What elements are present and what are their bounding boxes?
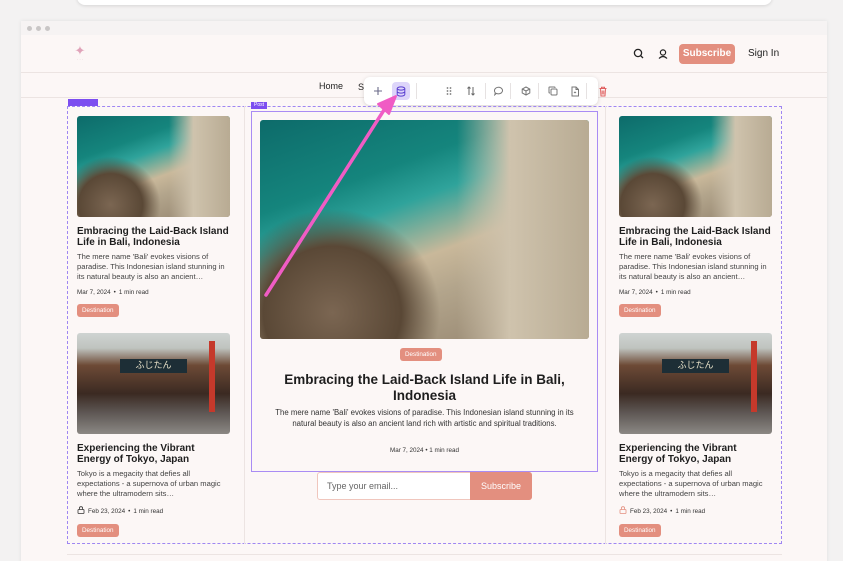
post-date: Mar 7, 2024 xyxy=(77,289,111,296)
category-tag[interactable]: Destination xyxy=(77,524,119,537)
post-card[interactable]: ふじたん Experiencing the Vibrant Energy of … xyxy=(619,333,772,537)
post-read-time: 1 min read xyxy=(118,289,149,296)
featured-category-tag[interactable]: Destination xyxy=(400,348,442,361)
post-excerpt: Tokyo is a megacity that defies all expe… xyxy=(619,469,763,498)
drag-handle-icon[interactable] xyxy=(440,82,458,100)
post-meta: Mar 7, 2024 • 1 min read xyxy=(619,289,772,296)
meta-separator: • xyxy=(425,447,428,454)
post-thumbnail[interactable] xyxy=(619,116,772,217)
site-header: ✦ · · · Subscribe Sign In xyxy=(21,35,827,73)
post-meta: Feb 23, 2024 • 1 min read xyxy=(619,506,772,516)
duplicate-icon[interactable] xyxy=(544,82,562,100)
post-excerpt: The mere name 'Bali' evokes visions of p… xyxy=(77,252,225,281)
post-date: Mar 7, 2024 xyxy=(619,289,653,296)
meta-separator: • xyxy=(670,507,673,515)
category-tag[interactable]: Destination xyxy=(619,524,661,537)
column-divider xyxy=(605,106,606,544)
post-meta: Feb 23, 2024 • 1 min read xyxy=(77,506,230,516)
database-icon[interactable] xyxy=(392,82,410,100)
post-thumbnail[interactable]: ふじたん xyxy=(77,333,230,434)
post-thumbnail[interactable]: ふじたん xyxy=(619,333,772,434)
footer-divider xyxy=(67,554,782,555)
post-title[interactable]: Experiencing the Vibrant Energy of Tokyo… xyxy=(77,443,230,465)
toolbar-divider xyxy=(586,83,587,99)
window-dot xyxy=(27,25,32,31)
post-read-time: 1 min read xyxy=(429,447,460,454)
toolbar-divider xyxy=(485,83,486,99)
meta-separator: • xyxy=(128,507,131,515)
post-excerpt: Tokyo is a megacity that defies all expe… xyxy=(77,469,221,498)
post-selection-tag[interactable]: Post xyxy=(251,102,268,109)
sign-in-link[interactable]: Sign In xyxy=(748,48,779,59)
post-date: Feb 23, 2024 xyxy=(88,507,126,515)
post-read-time: 1 min read xyxy=(133,507,164,515)
featured-post[interactable]: Destination Embracing the Laid-Back Isla… xyxy=(260,120,589,454)
nav-item-home[interactable]: Home xyxy=(319,81,343,91)
cube-icon[interactable] xyxy=(517,82,535,100)
post-card[interactable]: Embracing the Laid-Back Island Life in B… xyxy=(619,116,772,317)
block-toolbar xyxy=(364,77,607,105)
email-input[interactable] xyxy=(318,473,470,499)
post-thumbnail[interactable] xyxy=(77,116,230,217)
lantern-pole xyxy=(208,341,215,412)
post-title[interactable]: Embracing the Laid-Back Island Life in B… xyxy=(77,226,230,248)
post-title[interactable]: Embracing the Laid-Back Island Life in B… xyxy=(619,226,772,248)
post-read-time: 1 min read xyxy=(675,507,706,515)
category-tag[interactable]: Destination xyxy=(77,304,119,317)
user-icon[interactable] xyxy=(656,47,670,61)
shop-sign-text: ふじたん xyxy=(661,359,730,374)
post-meta: Mar 7, 2024 • 1 min read xyxy=(77,289,230,296)
window-title-bar xyxy=(21,21,827,35)
featured-post-image[interactable] xyxy=(260,120,589,339)
site-logo[interactable]: ✦ · · · xyxy=(71,44,89,64)
newsletter-subscribe-button[interactable]: Subscribe xyxy=(470,472,532,500)
lock-icon xyxy=(77,506,85,516)
post-card[interactable]: ふじたん Experiencing the Vibrant Energy of … xyxy=(77,333,230,537)
featured-post-excerpt: The mere name 'Bali' evokes visions of p… xyxy=(275,408,574,428)
post-date: Mar 7, 2024 xyxy=(389,447,424,454)
meta-separator: • xyxy=(655,289,658,296)
lock-icon xyxy=(619,506,627,516)
toolbar-divider xyxy=(510,83,511,99)
plus-icon[interactable] xyxy=(369,82,387,100)
lantern-pole xyxy=(750,341,757,412)
post-card[interactable]: Embracing the Laid-Back Island Life in B… xyxy=(77,116,230,317)
file-icon[interactable] xyxy=(566,82,584,100)
featured-post-title[interactable]: Embracing the Laid-Back Island Life in B… xyxy=(270,372,579,404)
window-dot xyxy=(45,25,50,31)
comment-icon[interactable] xyxy=(489,82,507,100)
featured-post-meta: Mar 7, 2024 • 1 min read xyxy=(260,447,589,454)
newsletter-form: Subscribe xyxy=(317,472,532,500)
meta-separator: • xyxy=(113,289,116,296)
sort-icon[interactable] xyxy=(462,82,480,100)
column-divider xyxy=(244,106,245,544)
background-card xyxy=(77,0,772,5)
post-title[interactable]: Experiencing the Vibrant Energy of Tokyo… xyxy=(619,443,772,465)
category-tag[interactable]: Destination xyxy=(619,304,661,317)
trash-icon[interactable] xyxy=(594,82,612,100)
post-read-time: 1 min read xyxy=(660,289,691,296)
editor-window: ✦ · · · Subscribe Sign In Home S Post Em… xyxy=(21,21,827,561)
post-excerpt: The mere name 'Bali' evokes visions of p… xyxy=(619,252,767,281)
toolbar-divider xyxy=(538,83,539,99)
header-subscribe-button[interactable]: Subscribe xyxy=(679,44,735,64)
shop-sign-text: ふじたん xyxy=(119,359,188,374)
block-label-tag[interactable] xyxy=(68,99,98,106)
search-icon[interactable] xyxy=(632,47,646,61)
post-date: Feb 23, 2024 xyxy=(630,507,668,515)
toolbar-divider xyxy=(416,83,417,99)
window-dot xyxy=(36,25,41,31)
